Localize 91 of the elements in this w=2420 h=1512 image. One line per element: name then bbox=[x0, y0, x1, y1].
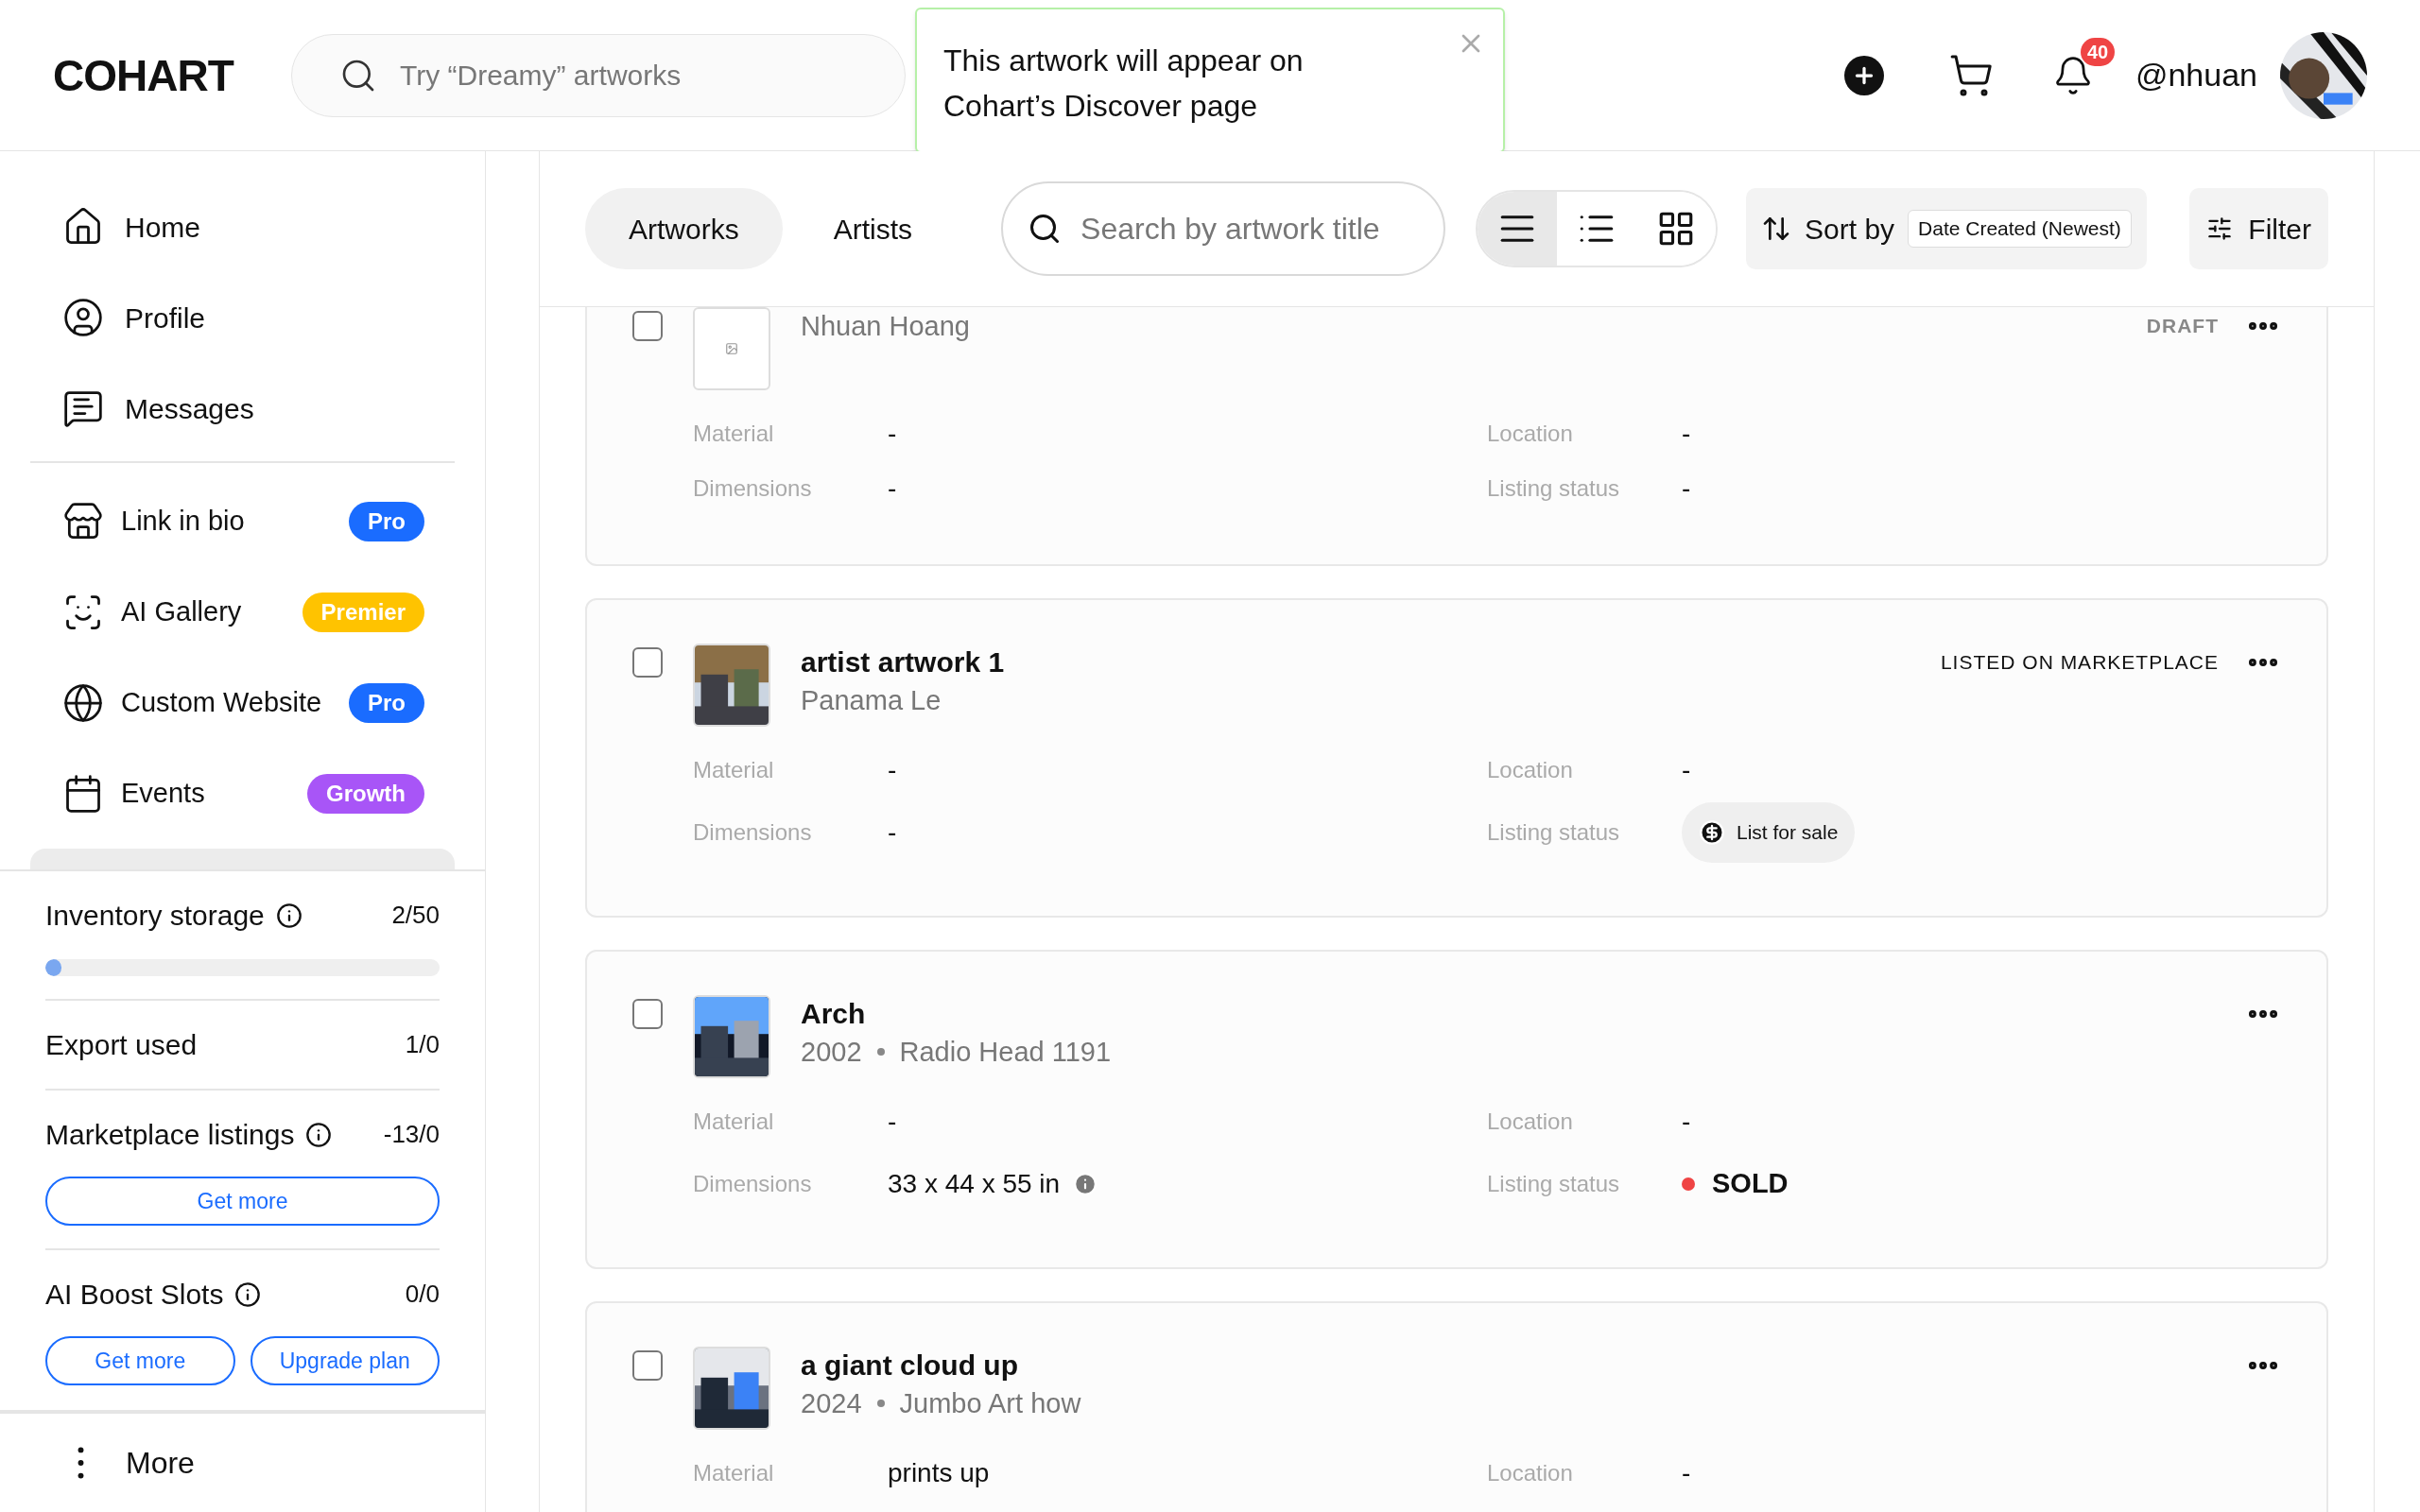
sort-value: Date Created (Newest) bbox=[1908, 210, 2132, 248]
more-icon bbox=[78, 1447, 84, 1479]
nav-item[interactable]: Profile bbox=[125, 296, 206, 339]
dollar-icon bbox=[1699, 819, 1725, 846]
artwork-meta: Radio Head 1191 bbox=[899, 1036, 1112, 1069]
artwork-title[interactable]: Arch bbox=[801, 995, 1112, 1033]
tab[interactable]: Artists bbox=[789, 188, 957, 269]
artwork-title[interactable]: artist artwork 1 bbox=[801, 644, 1005, 681]
field-label: Dimensions bbox=[693, 818, 813, 847]
username[interactable]: @nhuan bbox=[2135, 51, 2257, 99]
usage-label: Inventory storage bbox=[45, 899, 265, 933]
field-label: Location bbox=[1487, 1108, 1574, 1136]
field-label: Material bbox=[693, 1459, 775, 1487]
field-value: - bbox=[1682, 1457, 1691, 1489]
logo[interactable]: COHART bbox=[53, 46, 238, 104]
search-field[interactable]: Try “Dreamy” artworks bbox=[400, 54, 721, 96]
image-icon bbox=[725, 342, 738, 355]
usage-label: AI Boost Slots bbox=[45, 1278, 224, 1312]
field-value: - bbox=[888, 472, 897, 505]
artwork-title[interactable]: a giant cloud up bbox=[801, 1347, 1081, 1384]
tab[interactable]: Artworks bbox=[585, 188, 783, 269]
sort-label: Sort by bbox=[1805, 212, 1895, 247]
field-label: Material bbox=[693, 1108, 775, 1136]
list-for-sale-button[interactable]: List for sale bbox=[1682, 802, 1856, 863]
field-label: Location bbox=[1487, 1459, 1574, 1487]
info-icon[interactable] bbox=[305, 1121, 333, 1148]
plan-badge: Premier bbox=[302, 593, 424, 632]
status-label: DRAFT bbox=[2146, 314, 2219, 339]
search-bar[interactable]: Search by artwork title bbox=[1001, 181, 1446, 276]
nav-item[interactable]: Custom Website bbox=[121, 682, 322, 724]
checkbox[interactable] bbox=[632, 999, 663, 1029]
artwork-meta: Panama Le bbox=[801, 684, 942, 717]
more-link[interactable]: More bbox=[126, 1440, 195, 1486]
view-toggle[interactable] bbox=[1478, 192, 1558, 266]
field-value: - bbox=[1682, 754, 1691, 786]
nav-item[interactable]: Link in bio bbox=[121, 501, 245, 542]
usage-value: 2/50 bbox=[391, 900, 440, 931]
artwork-meta: 2002 bbox=[801, 1036, 862, 1069]
search-bar[interactable]: Try “Dreamy” artworks bbox=[291, 33, 906, 117]
toast-message: This artwork will appear on Cohart’s Discover page bbox=[943, 43, 1305, 125]
field-value: - bbox=[1682, 1106, 1691, 1138]
field-value: - bbox=[888, 816, 897, 849]
checkbox[interactable] bbox=[632, 311, 663, 341]
field-label: Dimensions bbox=[693, 1170, 813, 1198]
plan-badge: Pro bbox=[349, 502, 424, 541]
status-label: LISTED ON MARKETPLACE bbox=[1940, 650, 2219, 676]
field-label: Material bbox=[693, 756, 775, 784]
field-value: 33 x 44 x 55 in bbox=[888, 1168, 1061, 1200]
field-value: prints up bbox=[888, 1457, 990, 1489]
field-label: Location bbox=[1487, 420, 1574, 448]
field-value: - bbox=[1682, 418, 1691, 450]
field-label: Listing status bbox=[1487, 818, 1621, 847]
checkbox[interactable] bbox=[632, 1350, 663, 1381]
nav-item[interactable]: AI Gallery bbox=[121, 592, 242, 633]
plan-badge: Growth bbox=[307, 774, 424, 814]
search-field[interactable]: Search by artwork title bbox=[1080, 206, 1431, 251]
usage-button[interactable]: Get more bbox=[45, 1336, 235, 1385]
field-label: Material bbox=[693, 420, 775, 448]
info-icon[interactable] bbox=[275, 902, 302, 929]
usage-button[interactable]: Upgrade plan bbox=[250, 1336, 440, 1385]
add-button[interactable] bbox=[1843, 55, 1884, 95]
usage-label: Export used bbox=[45, 1028, 198, 1062]
filter-button[interactable]: Filter bbox=[2189, 188, 2328, 269]
field-value: - bbox=[888, 418, 897, 450]
field-value: - bbox=[888, 1106, 897, 1138]
info-icon[interactable] bbox=[234, 1280, 262, 1308]
globe-icon bbox=[62, 682, 104, 724]
field-value: - bbox=[888, 754, 897, 786]
usage-value: 1/0 bbox=[405, 1029, 440, 1060]
plan-badge: Pro bbox=[349, 683, 424, 723]
nav-item[interactable]: Home bbox=[125, 205, 201, 249]
field-value: SOLD bbox=[1712, 1167, 1789, 1201]
checkbox[interactable] bbox=[632, 647, 663, 678]
usage-label: Marketplace listings bbox=[45, 1118, 295, 1152]
notification-badge: 40 bbox=[2080, 37, 2116, 66]
sort-control[interactable]: Sort by Date Created (Newest) bbox=[1746, 188, 2147, 269]
artwork-meta: 2024 bbox=[801, 1387, 862, 1420]
artwork-meta: Nhuan Hoang bbox=[801, 310, 970, 343]
usage-value: 0/0 bbox=[405, 1279, 440, 1310]
artwork-meta: Jumbo Art how bbox=[899, 1387, 1081, 1420]
field-label: Dimensions bbox=[693, 474, 813, 503]
field-label: Listing status bbox=[1487, 474, 1621, 503]
nav-item[interactable]: Events bbox=[121, 773, 205, 815]
nav-item[interactable]: Messages bbox=[125, 387, 254, 430]
field-label: Location bbox=[1487, 756, 1574, 784]
filter-icon bbox=[2206, 215, 2234, 242]
field-label: Listing status bbox=[1487, 1170, 1621, 1198]
profile-icon bbox=[62, 297, 104, 338]
field-value: - bbox=[1682, 472, 1691, 505]
usage-value: -13/0 bbox=[383, 1119, 440, 1150]
usage-button[interactable]: Get more bbox=[45, 1177, 440, 1226]
